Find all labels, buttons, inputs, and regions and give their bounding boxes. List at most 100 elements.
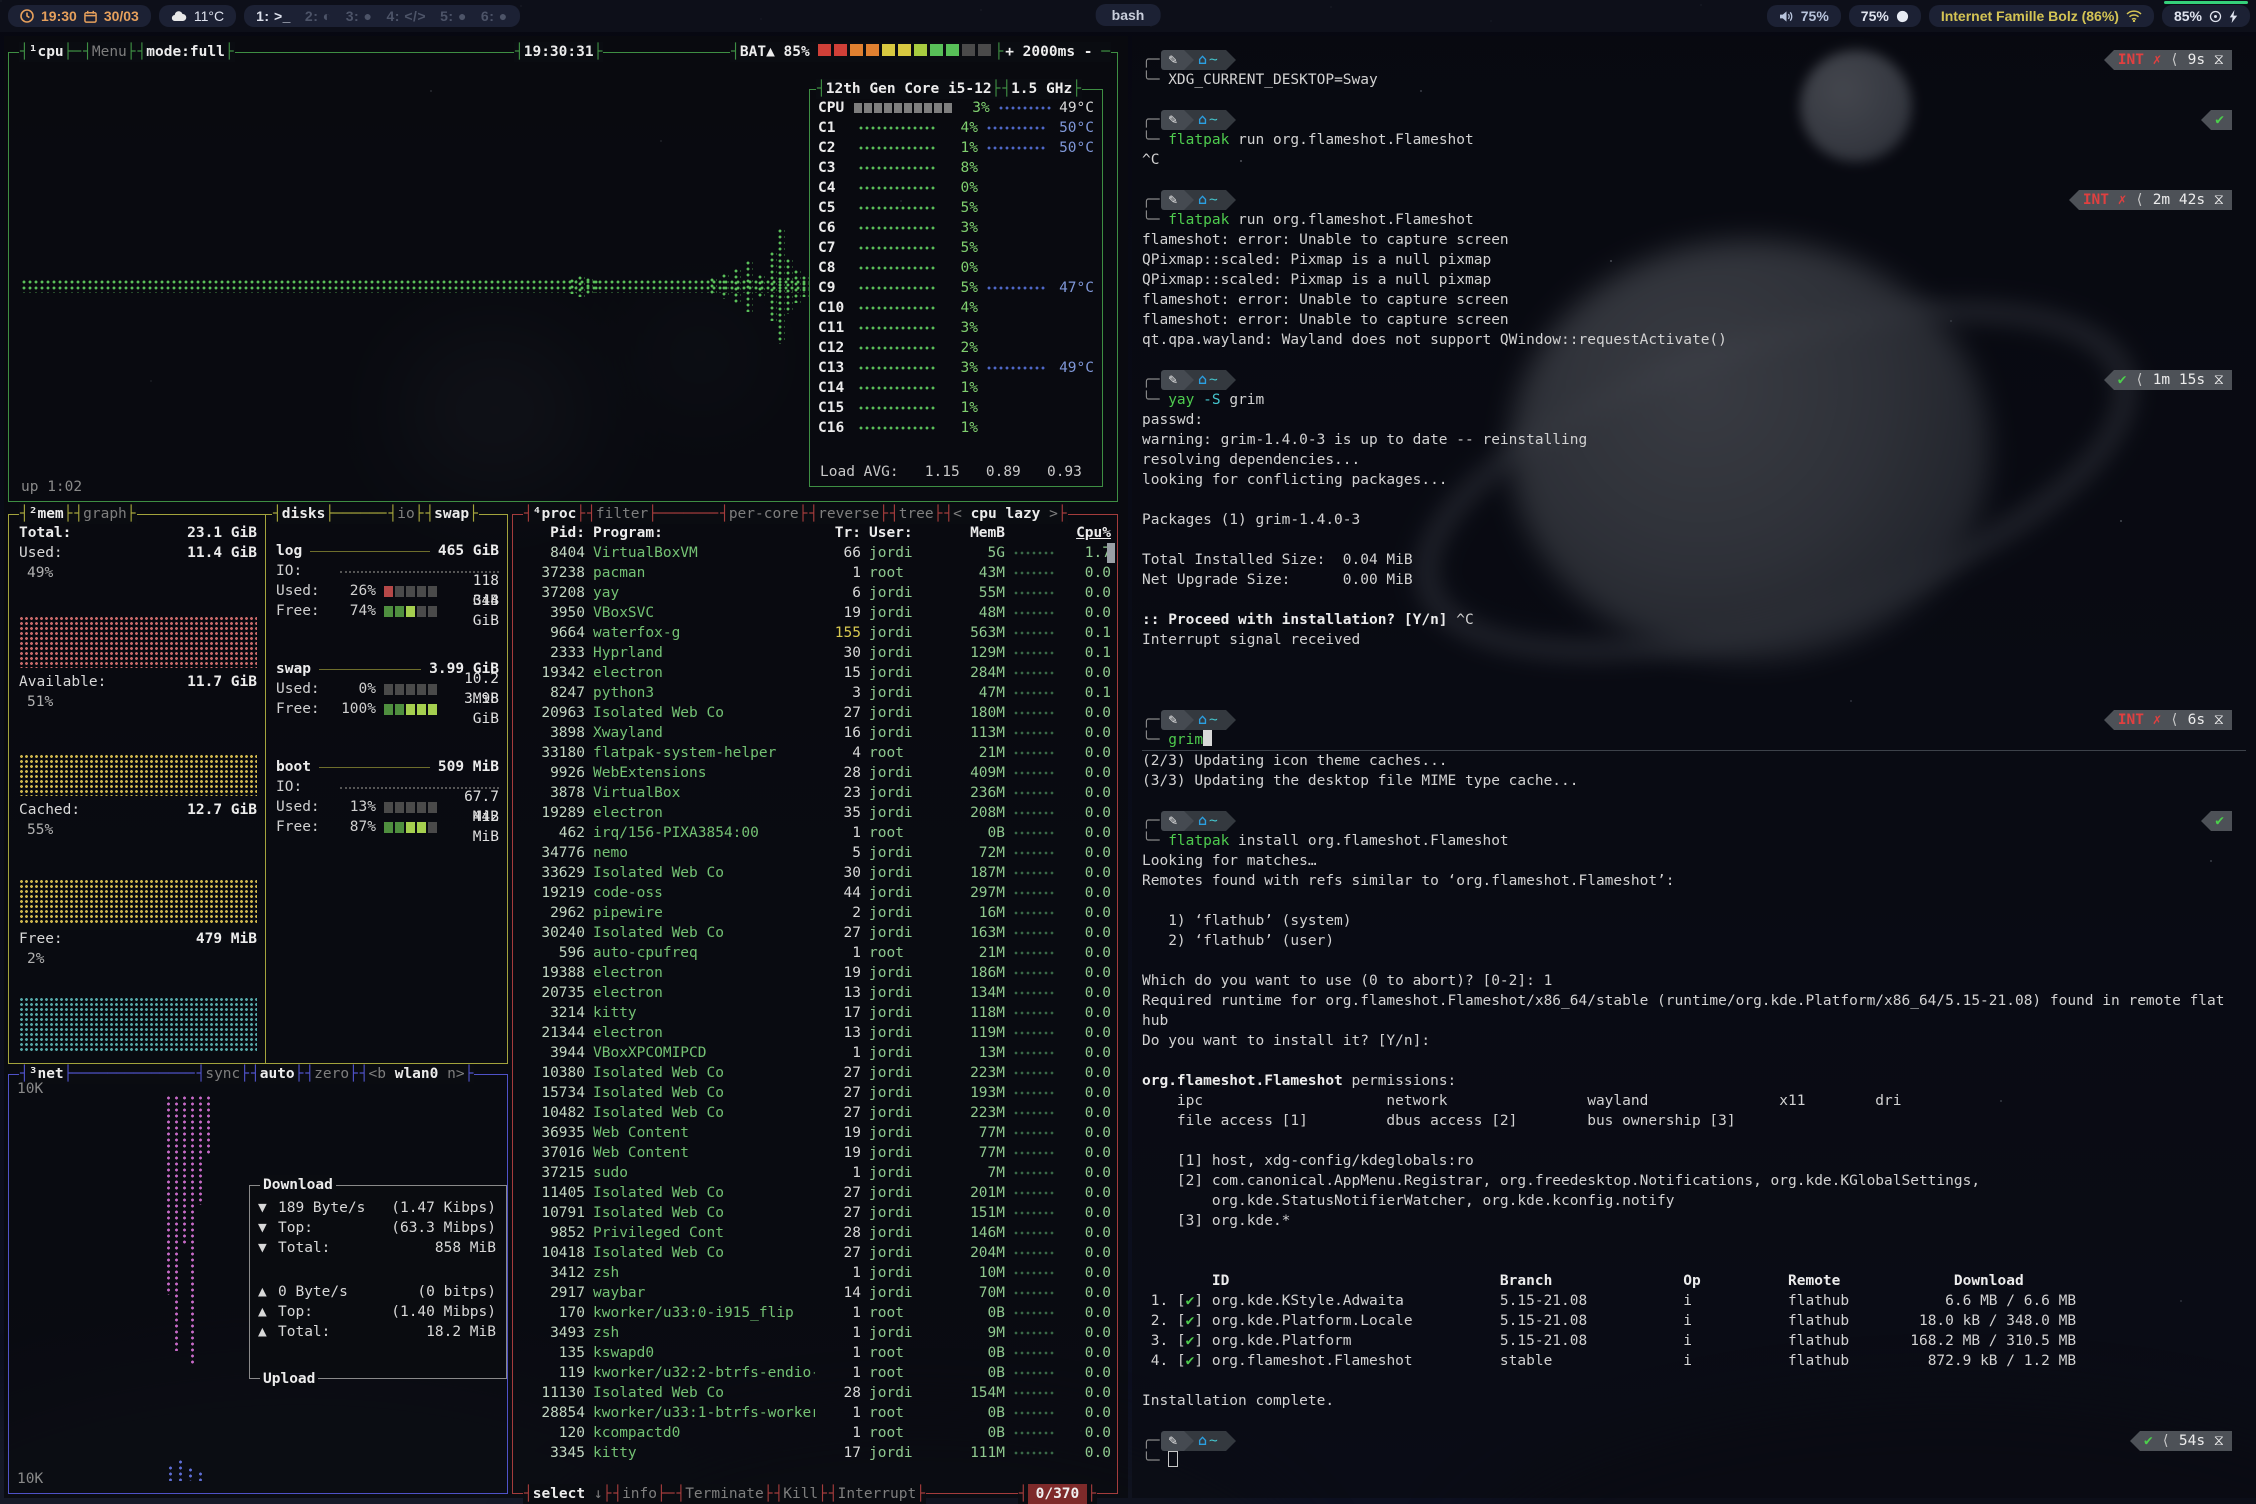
date-label: 30/03 bbox=[104, 8, 139, 24]
clock-date-module[interactable]: 19:30 30/03 bbox=[8, 5, 151, 27]
workspace-4[interactable]: 4: </> bbox=[387, 8, 427, 24]
process-row[interactable]: 33180flatpak-system-helper4root21M0.0 bbox=[513, 743, 1117, 763]
process-row[interactable]: 28854kworker/u33:1-btrfs-worker1root0B0.… bbox=[513, 1403, 1117, 1423]
process-row[interactable]: 30240Isolated Web Co27jordi163M0.0 bbox=[513, 923, 1117, 943]
process-row[interactable]: 3944VBoxXPCOMIPCD1jordi13M0.0 bbox=[513, 1043, 1117, 1063]
process-row[interactable]: 3214kitty17jordi118M0.0 bbox=[513, 1003, 1117, 1023]
process-row[interactable]: 11130Isolated Web Co28jordi154M0.0 bbox=[513, 1383, 1117, 1403]
process-row[interactable]: 10482Isolated Web Co27jordi223M0.0 bbox=[513, 1103, 1117, 1123]
proc-table-header: Pid: Program: Tr: User: MemB Cpu% bbox=[513, 523, 1117, 543]
disks-swap-toggle[interactable]: ┤swap├ bbox=[424, 504, 478, 524]
process-row[interactable]: 37016Web Content19jordi77M0.0 bbox=[513, 1143, 1117, 1163]
process-row[interactable]: 10418Isolated Web Co27jordi204M0.0 bbox=[513, 1243, 1117, 1263]
core-row-c9: C95%47°C bbox=[818, 278, 1094, 298]
proc-terminate-button[interactable]: ┤Terminate├ bbox=[675, 1484, 773, 1504]
proc-reverse-toggle[interactable]: ┤reverse├ bbox=[808, 504, 889, 524]
proc-percore-toggle[interactable]: ┤per-core├ bbox=[719, 504, 808, 524]
mem-graph-toggle[interactable]: ┤graph├ bbox=[73, 504, 136, 524]
net-auto-toggle[interactable]: ┤auto├ bbox=[250, 1064, 304, 1084]
process-row[interactable]: 9926WebExtensions28jordi409M0.0 bbox=[513, 763, 1117, 783]
output-line: 4. [✔] org.flameshot.Flameshot stable i … bbox=[1142, 1351, 2246, 1371]
brightness-module[interactable]: 75% bbox=[1849, 5, 1921, 27]
workspace-5[interactable]: 5: ● bbox=[440, 8, 467, 24]
process-row[interactable]: 37238pacman1root43M0.0 bbox=[513, 563, 1117, 583]
process-row[interactable]: 19342electron15jordi284M0.0 bbox=[513, 663, 1117, 683]
process-row[interactable]: 3493zsh1jordi9M0.0 bbox=[513, 1323, 1117, 1343]
process-row[interactable]: 8404VirtualBoxVM66jordi5G1.7 bbox=[513, 543, 1117, 563]
process-row[interactable]: 3345kitty17jordi111M0.0 bbox=[513, 1443, 1117, 1463]
proc-kill-button[interactable]: ┤Kill├ bbox=[774, 1484, 828, 1504]
process-row[interactable]: 9664waterfox-g155jordi563M0.1 bbox=[513, 623, 1117, 643]
process-row[interactable]: 11405Isolated Web Co27jordi201M0.0 bbox=[513, 1183, 1117, 1203]
volume-module[interactable]: 75% bbox=[1767, 5, 1841, 27]
core-row-c16: C161% bbox=[818, 418, 1094, 438]
process-row[interactable]: 19219code-oss44jordi297M0.0 bbox=[513, 883, 1117, 903]
process-row[interactable]: 20963Isolated Web Co27jordi180M0.0 bbox=[513, 703, 1117, 723]
interval-stepper[interactable]: + 2000ms - ─ bbox=[1004, 42, 1111, 62]
process-row[interactable]: 3878VirtualBox23jordi236M0.0 bbox=[513, 783, 1117, 803]
proc-interrupt-button[interactable]: ┤Interrupt├ bbox=[828, 1484, 926, 1504]
process-row[interactable]: 21344electron13jordi119M0.0 bbox=[513, 1023, 1117, 1043]
process-row[interactable]: 15734Isolated Web Co27jordi193M0.0 bbox=[513, 1083, 1117, 1103]
focused-window-title[interactable]: bash bbox=[1096, 4, 1161, 26]
process-row[interactable]: 120kcompactd01root0B0.0 bbox=[513, 1423, 1117, 1443]
proc-info-button[interactable]: ┤info├─ bbox=[612, 1484, 675, 1504]
proc-select-button[interactable]: ┤select ↓├ bbox=[523, 1484, 612, 1504]
net-zero-toggle[interactable]: ┤zero├ bbox=[304, 1064, 358, 1084]
pencil-icon: ✎ bbox=[1168, 110, 1177, 130]
process-row[interactable]: 36935Web Content19jordi77M0.0 bbox=[513, 1123, 1117, 1143]
output-line: Required runtime for org.flameshot.Flame… bbox=[1142, 991, 2246, 1011]
disks-io-toggle[interactable]: ┤io├ bbox=[388, 504, 425, 524]
terminal-shell[interactable]: ╭─✎⌂~INT ✗ ⟨ 9s ⧖╰─ XDG_CURRENT_DESKTOP=… bbox=[1132, 36, 2256, 1498]
net-sync-toggle[interactable]: ┤sync├ bbox=[196, 1064, 250, 1084]
home-icon: ⌂ bbox=[1198, 110, 1207, 130]
proc-sort-selector[interactable]: ┤< cpu lazy >├ bbox=[943, 504, 1067, 524]
weather-module[interactable]: 11°C bbox=[159, 5, 236, 27]
output-line bbox=[1142, 891, 2246, 911]
shell-scrollback: ╭─✎⌂~INT ✗ ⟨ 9s ⧖╰─ XDG_CURRENT_DESKTOP=… bbox=[1142, 50, 2246, 1471]
workspace-2[interactable]: 2: ◐ bbox=[305, 8, 332, 24]
workspace-6[interactable]: 6: ● bbox=[481, 8, 508, 24]
process-row[interactable]: 119kworker/u32:2-btrfs-endio-1root0B0.0 bbox=[513, 1363, 1117, 1383]
workspace-3[interactable]: 3: ● bbox=[346, 8, 373, 24]
process-row[interactable]: 135kswapd01root0B0.0 bbox=[513, 1343, 1117, 1363]
process-row[interactable]: 9852Privileged Cont28jordi146M0.0 bbox=[513, 1223, 1117, 1243]
process-row[interactable]: 20735electron13jordi134M0.0 bbox=[513, 983, 1117, 1003]
network-module[interactable]: Internet Famille Bolz (86%) bbox=[1929, 5, 2154, 27]
output-line: warning: grim-1.4.0-3 is up to date -- r… bbox=[1142, 430, 2246, 450]
output-line: Remotes found with refs similar to ‘org.… bbox=[1142, 871, 2246, 891]
process-row[interactable]: 3412zsh1jordi10M0.0 bbox=[513, 1263, 1117, 1283]
process-row[interactable]: 37215sudo1jordi7M0.0 bbox=[513, 1163, 1117, 1183]
menu-button[interactable]: ┤Menu├ bbox=[82, 42, 136, 62]
process-row[interactable]: 2333Hyprland30jordi129M0.1 bbox=[513, 643, 1117, 663]
process-row[interactable]: 3898Xwayland16jordi113M0.0 bbox=[513, 723, 1117, 743]
proc-scrollbar[interactable] bbox=[1107, 543, 1115, 563]
process-row[interactable]: 8247python33jordi47M0.1 bbox=[513, 683, 1117, 703]
process-row[interactable]: 34776nemo5jordi72M0.0 bbox=[513, 843, 1117, 863]
process-row[interactable]: 596auto-cpufreq1root21M0.0 bbox=[513, 943, 1117, 963]
process-row[interactable]: 10380Isolated Web Co27jordi223M0.0 bbox=[513, 1063, 1117, 1083]
proc-panel-title: ⁴proc bbox=[533, 504, 577, 524]
proc-tree-toggle[interactable]: ┤tree├ bbox=[889, 504, 943, 524]
net-interface-selector[interactable]: ┤<b wlan0 n>├ bbox=[359, 1064, 475, 1084]
mode-toggle[interactable]: ┤mode:full├ bbox=[137, 42, 235, 62]
core-row-c7: C75% bbox=[818, 238, 1094, 258]
process-row[interactable]: 19289electron35jordi208M0.0 bbox=[513, 803, 1117, 823]
process-row[interactable]: 2917waybar14jordi70M0.0 bbox=[513, 1283, 1117, 1303]
process-row[interactable]: 33629Isolated Web Co30jordi187M0.0 bbox=[513, 863, 1117, 883]
battery-meter-block bbox=[930, 44, 943, 56]
process-row[interactable]: 19388electron19jordi186M0.0 bbox=[513, 963, 1117, 983]
battery-module[interactable]: 85% bbox=[2162, 5, 2250, 27]
process-row[interactable]: 2962pipewire2jordi16M0.0 bbox=[513, 903, 1117, 923]
process-row[interactable]: 462irq/156-PIXA3854:001root0B0.0 bbox=[513, 823, 1117, 843]
battery-label: 85% bbox=[2174, 8, 2202, 24]
proc-filter-button[interactable]: ┤filter├─────── bbox=[586, 504, 719, 524]
cpu-graph-spike bbox=[801, 275, 809, 297]
process-row[interactable]: 3950VBoxSVC19jordi48M0.0 bbox=[513, 603, 1117, 623]
process-row[interactable]: 10791Isolated Web Co27jordi151M0.0 bbox=[513, 1203, 1117, 1223]
process-row[interactable]: 170kworker/u33:0-i915_flip1root0B0.0 bbox=[513, 1303, 1117, 1323]
process-row[interactable]: 37208yay6jordi55M0.0 bbox=[513, 583, 1117, 603]
workspace-1[interactable]: 1: >_ bbox=[256, 8, 291, 24]
output-line: ^C bbox=[1142, 150, 2246, 170]
output-line: [2] com.canonical.AppMenu.Registrar, org… bbox=[1142, 1171, 2246, 1191]
